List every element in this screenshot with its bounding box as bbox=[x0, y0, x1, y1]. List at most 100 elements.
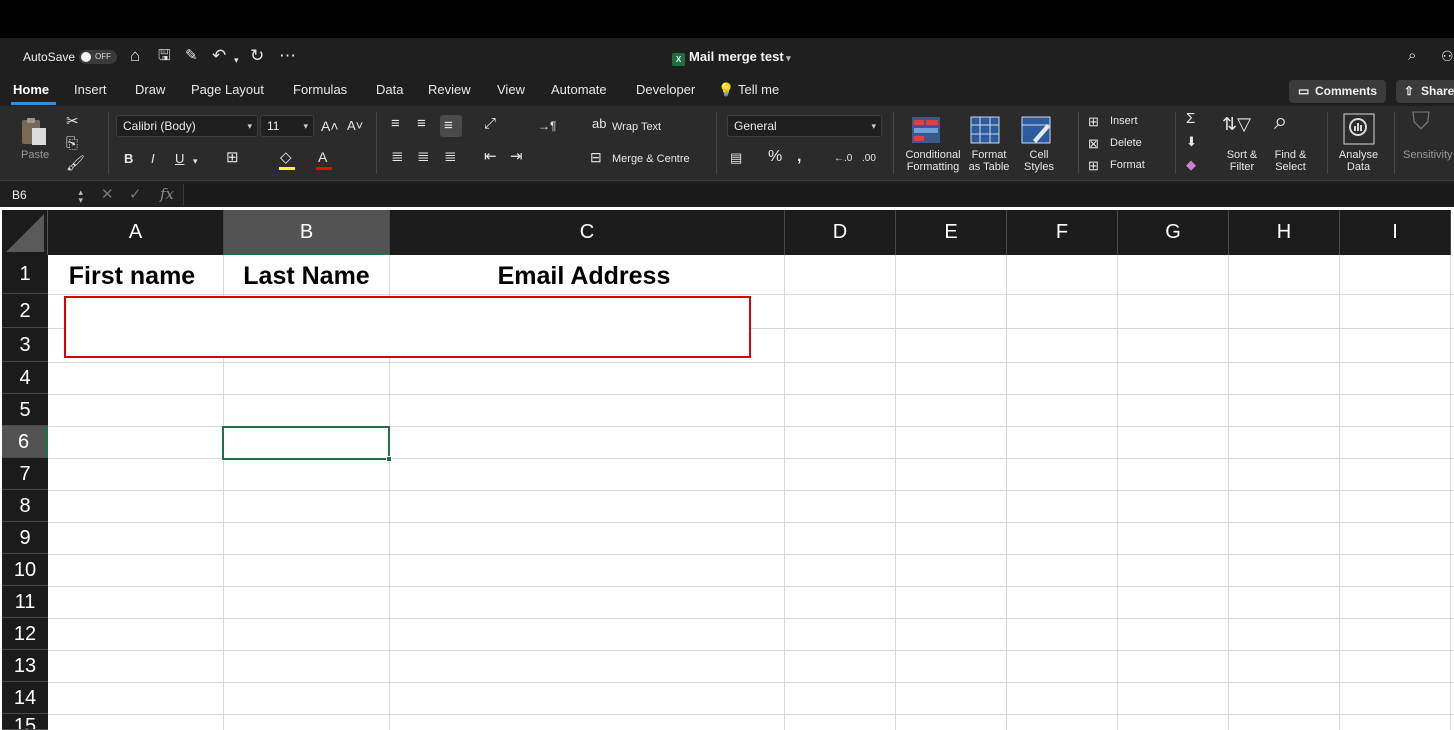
column-header-h[interactable]: H bbox=[1229, 210, 1340, 255]
enter-icon[interactable]: ✓ bbox=[129, 185, 142, 203]
row-header-15[interactable]: 15 bbox=[2, 714, 48, 730]
decrease-indent-icon[interactable]: ⇤ bbox=[484, 149, 497, 165]
tab-automate[interactable]: Automate bbox=[551, 82, 607, 97]
italic-icon[interactable]: I bbox=[151, 151, 155, 167]
align-left-icon[interactable]: ≣ bbox=[391, 149, 404, 165]
align-right-icon[interactable]: ≣ bbox=[444, 149, 457, 165]
comma-style-icon[interactable]: , bbox=[797, 149, 801, 165]
cell-a1[interactable]: First name bbox=[48, 255, 216, 294]
select-all-corner[interactable] bbox=[2, 210, 48, 255]
decrease-decimal-icon[interactable]: .00 bbox=[862, 151, 876, 167]
sensitivity-label[interactable]: Sensitivity bbox=[1403, 149, 1453, 161]
paste-icon[interactable] bbox=[18, 116, 50, 146]
orientation-icon[interactable]: ⤢ bbox=[484, 116, 496, 132]
format-painter-icon[interactable]: 🖌 bbox=[66, 156, 85, 172]
row-header-13[interactable]: 13 bbox=[2, 650, 48, 682]
wrap-text-button[interactable]: Wrap Text bbox=[612, 121, 661, 133]
save-icon[interactable]: 🖫 bbox=[158, 46, 171, 66]
row-header-10[interactable]: 10 bbox=[2, 554, 48, 586]
row-header-14[interactable]: 14 bbox=[2, 682, 48, 714]
format-cells-button[interactable]: Format bbox=[1110, 159, 1145, 171]
cell-styles-label[interactable]: Cell Styles bbox=[1020, 149, 1058, 173]
tab-tell-me[interactable]: Tell me bbox=[738, 82, 779, 97]
tab-page-layout[interactable]: Page Layout bbox=[191, 82, 264, 97]
undo-dropdown-icon[interactable]: ▾ bbox=[234, 50, 239, 70]
text-direction-icon[interactable]: →¶ bbox=[538, 118, 556, 134]
wrap-text-icon[interactable]: ab bbox=[592, 116, 606, 132]
tab-formulas[interactable]: Formulas bbox=[293, 82, 347, 97]
format-cells-icon[interactable]: ⊞ bbox=[1088, 158, 1099, 174]
tab-view[interactable]: View bbox=[497, 82, 525, 97]
format-as-table-icon[interactable] bbox=[970, 116, 1002, 146]
insert-function-icon[interactable]: fx bbox=[160, 185, 174, 203]
tab-draw[interactable]: Draw bbox=[135, 82, 165, 97]
tab-home[interactable]: Home bbox=[13, 82, 49, 97]
merge-centre-icon[interactable]: ⊟ bbox=[590, 149, 602, 165]
delete-cells-button[interactable]: Delete bbox=[1110, 137, 1142, 149]
align-middle-icon[interactable]: ≡ bbox=[417, 116, 426, 132]
font-name-select[interactable]: Calibri (Body) ▾ bbox=[116, 115, 258, 137]
tab-insert[interactable]: Insert bbox=[74, 82, 107, 97]
fill-icon[interactable]: ⬇ bbox=[1186, 134, 1197, 150]
borders-icon[interactable]: ⊞ bbox=[226, 150, 239, 166]
conditional-formatting-icon[interactable] bbox=[911, 116, 943, 146]
decrease-font-icon[interactable]: A˅ bbox=[347, 118, 363, 134]
sort-filter-label[interactable]: Sort & Filter bbox=[1221, 149, 1263, 173]
column-header-b[interactable]: B bbox=[224, 210, 390, 255]
insert-cells-icon[interactable]: ⊞ bbox=[1088, 114, 1099, 130]
row-header-4[interactable]: 4 bbox=[2, 362, 48, 394]
account-icon[interactable]: ⚇ bbox=[1441, 46, 1454, 66]
column-header-e[interactable]: E bbox=[896, 210, 1007, 255]
column-header-c[interactable]: C bbox=[390, 210, 785, 255]
row-header-11[interactable]: 11 bbox=[2, 586, 48, 618]
comments-button[interactable]: ▭ Comments bbox=[1289, 80, 1386, 103]
percent-icon[interactable]: % bbox=[768, 149, 782, 165]
font-color-icon[interactable]: A bbox=[318, 149, 327, 165]
delete-cells-icon[interactable]: ⊠ bbox=[1088, 136, 1099, 152]
cancel-icon[interactable]: ✕ bbox=[101, 185, 114, 203]
fill-color-icon[interactable]: ◇ bbox=[280, 150, 292, 166]
autosave-toggle[interactable]: OFF bbox=[79, 50, 117, 64]
share-button[interactable]: ⇧ Share bbox=[1396, 80, 1454, 103]
clear-icon[interactable]: ◆ bbox=[1186, 157, 1196, 173]
document-title[interactable]: X Mail merge test ▾ bbox=[672, 49, 791, 66]
fill-handle[interactable] bbox=[386, 456, 392, 462]
align-center-icon[interactable]: ≣ bbox=[417, 149, 430, 165]
bold-icon[interactable]: B bbox=[124, 151, 133, 167]
accounting-format-icon[interactable]: ▤ bbox=[730, 150, 742, 166]
more-icon[interactable]: ⋯ bbox=[279, 46, 296, 66]
align-top-icon[interactable]: ≡ bbox=[391, 116, 400, 132]
row-header-1[interactable]: 1 bbox=[2, 255, 48, 294]
search-icon[interactable]: ⌕ bbox=[1408, 46, 1416, 66]
formula-input[interactable] bbox=[183, 184, 1454, 205]
name-box[interactable]: B6 ▴ ▾ bbox=[6, 185, 86, 205]
column-header-i[interactable]: I bbox=[1340, 210, 1451, 255]
column-header-f[interactable]: F bbox=[1007, 210, 1118, 255]
tab-data[interactable]: Data bbox=[376, 82, 403, 97]
sensitivity-icon[interactable]: ⛉ bbox=[1412, 110, 1430, 134]
underline-dropdown-icon[interactable]: ▾ bbox=[193, 153, 198, 169]
analyse-data-label[interactable]: Analyse Data bbox=[1336, 149, 1381, 173]
format-as-table-label[interactable]: Format as Table bbox=[966, 149, 1012, 173]
row-header-8[interactable]: 8 bbox=[2, 490, 48, 522]
number-format-select[interactable]: General ▾ bbox=[727, 115, 882, 137]
increase-decimal-icon[interactable]: ←.0 bbox=[834, 151, 852, 167]
cell-styles-icon[interactable] bbox=[1021, 116, 1053, 146]
column-header-g[interactable]: G bbox=[1118, 210, 1229, 255]
find-select-label[interactable]: Find & Select bbox=[1268, 149, 1313, 173]
home-icon[interactable]: ⌂ bbox=[130, 46, 140, 66]
undo-icon[interactable]: ↶ bbox=[212, 46, 226, 66]
tab-review[interactable]: Review bbox=[428, 82, 471, 97]
save-as-icon[interactable]: ✎ bbox=[185, 46, 198, 66]
row-header-7[interactable]: 7 bbox=[2, 458, 48, 490]
autosum-icon[interactable]: Σ bbox=[1186, 111, 1195, 127]
column-header-d[interactable]: D bbox=[785, 210, 896, 255]
align-bottom-icon[interactable]: ≡ bbox=[444, 118, 453, 134]
row-header-2[interactable]: 2 bbox=[2, 294, 48, 328]
increase-indent-icon[interactable]: ⇥ bbox=[510, 149, 523, 165]
selected-cell-b6[interactable] bbox=[222, 426, 392, 462]
copy-icon[interactable]: ⎘ bbox=[66, 136, 78, 152]
merge-centre-button[interactable]: Merge & Centre bbox=[612, 153, 690, 165]
increase-font-icon[interactable]: A˄ bbox=[321, 118, 339, 134]
underline-icon[interactable]: U bbox=[175, 151, 184, 167]
